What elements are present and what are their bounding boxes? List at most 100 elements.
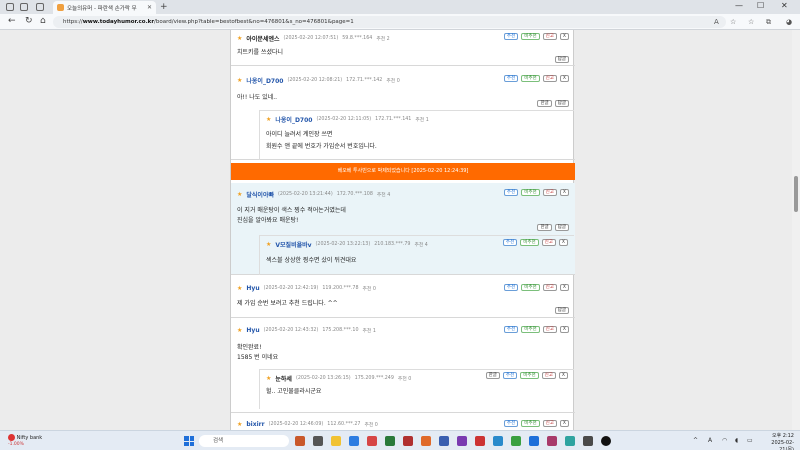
reply-button[interactable]: 답글 <box>554 307 569 314</box>
report-button[interactable]: 신고 <box>542 75 557 82</box>
app-icon[interactable] <box>493 436 503 446</box>
downvote-button[interactable]: 비추천 <box>521 326 540 333</box>
app-icon[interactable] <box>439 436 449 446</box>
task-view-icon[interactable] <box>313 436 323 446</box>
stock-widget[interactable]: Nifty bank -1.00% <box>8 434 42 447</box>
comment-rec: 추천 0 <box>386 79 400 84</box>
downvote-button[interactable]: 비추천 <box>521 75 540 82</box>
collections-icon[interactable]: ⧉ <box>766 18 771 27</box>
upvote-button[interactable]: 추천 <box>503 75 519 82</box>
app-icon[interactable] <box>511 436 521 446</box>
start-button[interactable] <box>184 436 194 446</box>
lang-select[interactable]: 한글 <box>485 372 500 379</box>
close-button[interactable]: X <box>559 33 569 40</box>
comment-nick[interactable]: 나옹이_D700 <box>275 115 312 124</box>
close-window-icon[interactable]: ✕ <box>781 1 788 10</box>
downvote-button[interactable]: 비추천 <box>520 239 539 246</box>
copilot-icon[interactable]: ◕ <box>786 18 792 26</box>
home-icon[interactable]: ⌂ <box>40 16 46 26</box>
tray-chevron-icon[interactable]: ^ <box>693 437 698 444</box>
upvote-button[interactable]: 추천 <box>503 284 519 291</box>
read-aloud-icon[interactable]: A <box>714 18 719 26</box>
profile-icon[interactable] <box>6 3 14 11</box>
back-icon[interactable]: ← <box>8 16 16 26</box>
comment-nick[interactable]: 나옹이_D700 <box>246 76 283 85</box>
edge-icon[interactable] <box>349 436 359 446</box>
comment-nick[interactable]: 달식이아빠 <box>246 190 274 199</box>
url-input[interactable]: https://www.todayhumor.co.kr/board/view.… <box>53 16 726 28</box>
app-icon[interactable] <box>547 436 557 446</box>
page-scrollbar[interactable] <box>792 30 800 430</box>
report-button[interactable]: 신고 <box>542 33 557 40</box>
battery-icon[interactable]: ▭ <box>747 437 753 444</box>
close-button[interactable]: X <box>559 75 569 82</box>
app-icon[interactable] <box>385 436 395 446</box>
ime-language[interactable]: A <box>708 437 712 444</box>
downvote-button[interactable]: 비추천 <box>521 420 540 427</box>
upvote-button[interactable]: 추천 <box>503 420 519 427</box>
comment-nick[interactable]: Hyu <box>246 327 259 334</box>
volume-icon[interactable]: ◖ <box>735 437 738 444</box>
app-icon[interactable] <box>565 436 575 446</box>
downvote-button[interactable]: 비추천 <box>521 284 540 291</box>
app-icon[interactable] <box>403 436 413 446</box>
app-icon[interactable] <box>421 436 431 446</box>
reply-button[interactable]: 답글 <box>554 56 569 63</box>
refresh-icon[interactable]: ↻ <box>25 16 33 26</box>
minimize-icon[interactable]: — <box>735 1 743 10</box>
upvote-button[interactable]: 추천 <box>503 326 519 333</box>
browser-tab[interactable]: 오늘의유머 - 파란색 손가락 무 ✕ <box>53 1 156 14</box>
close-button[interactable]: X <box>558 372 568 379</box>
close-button[interactable]: X <box>559 284 569 291</box>
upvote-button[interactable]: 추천 <box>502 239 518 246</box>
app-icon[interactable] <box>529 436 539 446</box>
close-button[interactable]: X <box>558 239 568 246</box>
clock[interactable]: 오후 2:12 2025-02-21(목) <box>758 433 794 450</box>
lang-select[interactable]: 한글 <box>537 100 552 107</box>
workspaces-icon[interactable] <box>20 3 28 11</box>
file-explorer-icon[interactable] <box>331 436 341 446</box>
close-button[interactable]: X <box>559 420 569 427</box>
downvote-button[interactable]: 비추천 <box>520 372 539 379</box>
close-button[interactable]: X <box>559 189 569 196</box>
maximize-icon[interactable]: ☐ <box>757 1 764 10</box>
comment-rec: 추천 0 <box>397 377 412 382</box>
app-icon[interactable] <box>475 436 485 446</box>
comment-nick[interactable]: 눈하세 <box>275 374 292 383</box>
wifi-icon[interactable]: ◠ <box>722 437 727 444</box>
upvote-button[interactable]: 추천 <box>503 33 519 40</box>
comment-nick[interactable]: Hyu <box>246 285 259 292</box>
close-tab-icon[interactable]: ✕ <box>147 4 152 11</box>
downvote-button[interactable]: 비추천 <box>521 189 540 196</box>
report-button[interactable]: 신고 <box>542 284 557 291</box>
new-tab-icon[interactable]: + <box>160 2 168 12</box>
scrollbar-thumb[interactable] <box>794 176 798 212</box>
comment-nick[interactable]: bixirr <box>246 421 264 428</box>
comment-rec: 추천 1 <box>415 118 429 123</box>
report-button[interactable]: 신고 <box>541 372 556 379</box>
report-button[interactable]: 신고 <box>542 326 557 333</box>
reply-button[interactable]: 답글 <box>554 224 569 231</box>
lang-select[interactable]: 한글 <box>537 224 552 231</box>
reply-button[interactable]: 답글 <box>554 100 569 107</box>
favorite-star-icon[interactable]: ☆ <box>730 18 736 26</box>
close-button[interactable]: X <box>559 326 569 333</box>
comment-nick[interactable]: 아이문세엔스 <box>246 34 279 43</box>
comment-nick[interactable]: V모질비욜바v <box>275 240 311 249</box>
upvote-button[interactable]: 추천 <box>502 372 518 379</box>
app-icon[interactable] <box>583 436 593 446</box>
taskbar-search[interactable]: 검색 <box>199 435 289 447</box>
report-button[interactable]: 신고 <box>542 189 557 196</box>
app-icon[interactable] <box>367 436 377 446</box>
report-button[interactable]: 신고 <box>542 420 557 427</box>
report-button[interactable]: 신고 <box>541 239 556 246</box>
reply-item: ★ 나옹이_D700 (2025-02-20 12:11:05) 172.71.***… <box>259 110 574 160</box>
downvote-button[interactable]: 비추천 <box>521 33 540 40</box>
app-icon[interactable] <box>295 436 305 446</box>
upvote-button[interactable]: 추천 <box>503 189 519 196</box>
comment-rec: 추천 4 <box>376 193 391 198</box>
favorites-icon[interactable]: ☆ <box>748 18 754 26</box>
tab-actions-icon[interactable] <box>36 3 44 11</box>
media-icon[interactable] <box>601 436 611 446</box>
app-icon[interactable] <box>457 436 467 446</box>
